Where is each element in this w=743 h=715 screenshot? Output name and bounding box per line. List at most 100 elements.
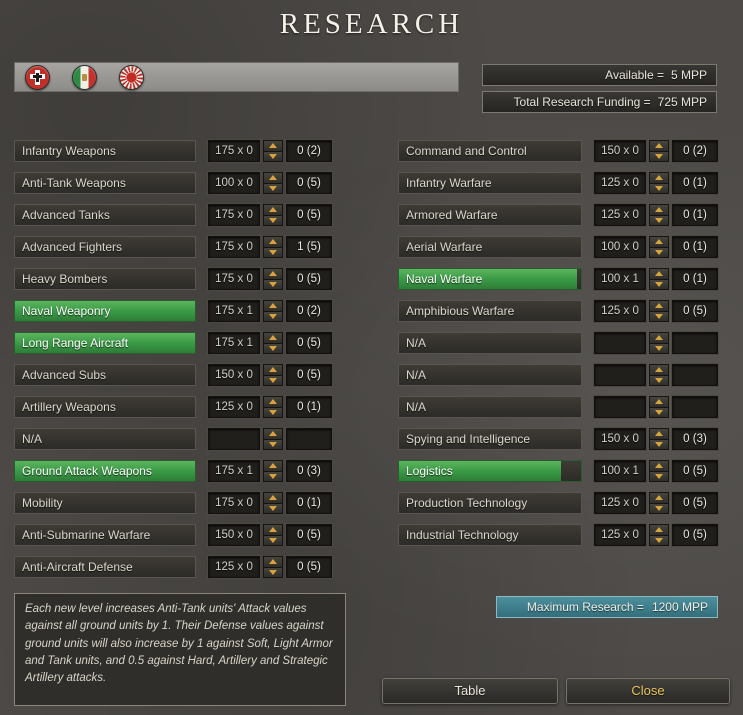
table-button[interactable]: Table [382, 678, 558, 704]
funding-value: 725 MPP [657, 95, 707, 109]
spin-up-button[interactable] [264, 333, 282, 344]
research-label-n-a[interactable]: N/A [398, 364, 582, 386]
spin-up-button[interactable] [264, 365, 282, 376]
spin-down-button[interactable] [264, 375, 282, 385]
research-spinner [263, 556, 283, 578]
spin-down-button[interactable] [264, 343, 282, 353]
spin-down-button[interactable] [650, 343, 668, 353]
research-label-ground-attack-weapons[interactable]: Ground Attack Weapons [14, 460, 196, 482]
italy-flag-icon[interactable] [72, 64, 97, 90]
spin-up-button[interactable] [264, 173, 282, 184]
spin-up-button[interactable] [650, 525, 668, 536]
research-description-text: Each new level increases Anti-Tank units… [25, 603, 333, 684]
research-label-industrial-technology[interactable]: Industrial Technology [398, 524, 582, 546]
spin-down-button[interactable] [650, 535, 668, 545]
spin-down-button[interactable] [650, 311, 668, 321]
research-label-advanced-subs[interactable]: Advanced Subs [14, 364, 196, 386]
spin-down-button[interactable] [264, 535, 282, 545]
spin-up-button[interactable] [650, 365, 668, 376]
spin-down-button[interactable] [264, 311, 282, 321]
spin-up-button[interactable] [264, 493, 282, 504]
research-label-artillery-weapons[interactable]: Artillery Weapons [14, 396, 196, 418]
spin-up-button[interactable] [650, 429, 668, 440]
spin-up-button[interactable] [650, 141, 668, 152]
spin-up-button[interactable] [650, 493, 668, 504]
spin-up-button[interactable] [264, 237, 282, 248]
research-label-anti-submarine-warfare[interactable]: Anti-Submarine Warfare [14, 524, 196, 546]
spin-down-button[interactable] [264, 247, 282, 257]
arrow-down-icon [269, 409, 277, 415]
research-label-production-technology[interactable]: Production Technology [398, 492, 582, 514]
research-label-n-a[interactable]: N/A [398, 332, 582, 354]
spin-down-button[interactable] [264, 183, 282, 193]
spin-up-button[interactable] [650, 397, 668, 408]
spin-down-button[interactable] [264, 279, 282, 289]
research-label-naval-weaponry[interactable]: Naval Weaponry [14, 300, 196, 322]
spin-up-button[interactable] [264, 429, 282, 440]
spin-down-button[interactable] [650, 503, 668, 513]
research-row-armored-warfare: Armored Warfare 125 x 0 0 (1) [398, 204, 718, 226]
spin-down-button[interactable] [650, 471, 668, 481]
research-spinner [649, 140, 669, 162]
research-spinner [263, 268, 283, 290]
spin-down-button[interactable] [264, 151, 282, 161]
arrow-up-icon [655, 527, 663, 533]
spin-down-button[interactable] [264, 215, 282, 225]
research-spinner [649, 492, 669, 514]
spin-down-button[interactable] [264, 471, 282, 481]
research-label-advanced-fighters[interactable]: Advanced Fighters [14, 236, 196, 258]
spin-up-button[interactable] [650, 269, 668, 280]
research-label-anti-aircraft-defense[interactable]: Anti-Aircraft Defense [14, 556, 196, 578]
spin-down-button[interactable] [650, 247, 668, 257]
research-label-aerial-warfare[interactable]: Aerial Warfare [398, 236, 582, 258]
spin-up-button[interactable] [650, 333, 668, 344]
spin-up-button[interactable] [264, 269, 282, 280]
spin-down-button[interactable] [264, 439, 282, 449]
research-label-command-and-control[interactable]: Command and Control [398, 140, 582, 162]
research-row-command-and-control: Command and Control 150 x 0 0 (2) [398, 140, 718, 162]
spin-down-button[interactable] [650, 279, 668, 289]
research-count-box: 0 (5) [286, 524, 332, 546]
close-button[interactable]: Close [566, 678, 730, 704]
spin-up-button[interactable] [264, 205, 282, 216]
spin-down-button[interactable] [264, 567, 282, 577]
spin-up-button[interactable] [650, 173, 668, 184]
spin-down-button[interactable] [264, 407, 282, 417]
spin-down-button[interactable] [650, 151, 668, 161]
spin-up-button[interactable] [650, 237, 668, 248]
spin-up-button[interactable] [264, 525, 282, 536]
spin-down-button[interactable] [650, 183, 668, 193]
research-label-spying-and-intelligence[interactable]: Spying and Intelligence [398, 428, 582, 450]
research-label-amphibious-warfare[interactable]: Amphibious Warfare [398, 300, 582, 322]
research-label-infantry-weapons[interactable]: Infantry Weapons [14, 140, 196, 162]
spin-down-button[interactable] [650, 375, 668, 385]
spin-up-button[interactable] [264, 141, 282, 152]
spin-down-button[interactable] [264, 503, 282, 513]
spin-up-button[interactable] [650, 461, 668, 472]
research-label-armored-warfare[interactable]: Armored Warfare [398, 204, 582, 226]
arrow-up-icon [269, 239, 277, 245]
research-label-anti-tank-weapons[interactable]: Anti-Tank Weapons [14, 172, 196, 194]
spin-up-button[interactable] [264, 397, 282, 408]
spin-up-button[interactable] [264, 557, 282, 568]
research-label-logistics[interactable]: Logistics [398, 460, 582, 482]
germany-roundel-flag-icon[interactable] [25, 64, 50, 90]
spin-down-button[interactable] [650, 407, 668, 417]
spin-up-button[interactable] [264, 301, 282, 312]
spin-down-button[interactable] [650, 215, 668, 225]
research-row-anti-aircraft-defense: Anti-Aircraft Defense 125 x 0 0 (5) [14, 556, 332, 578]
research-label-advanced-tanks[interactable]: Advanced Tanks [14, 204, 196, 226]
spin-down-button[interactable] [650, 439, 668, 449]
japan-rising-sun-flag-icon[interactable] [119, 64, 144, 90]
research-label-mobility[interactable]: Mobility [14, 492, 196, 514]
research-count-box: 0 (1) [286, 396, 332, 418]
spin-up-button[interactable] [264, 461, 282, 472]
research-label-heavy-bombers[interactable]: Heavy Bombers [14, 268, 196, 290]
spin-up-button[interactable] [650, 205, 668, 216]
spin-up-button[interactable] [650, 301, 668, 312]
research-label-n-a[interactable]: N/A [14, 428, 196, 450]
research-label-infantry-warfare[interactable]: Infantry Warfare [398, 172, 582, 194]
research-label-long-range-aircraft[interactable]: Long Range Aircraft [14, 332, 196, 354]
research-label-naval-warfare[interactable]: Naval Warfare [398, 268, 582, 290]
research-label-n-a[interactable]: N/A [398, 396, 582, 418]
